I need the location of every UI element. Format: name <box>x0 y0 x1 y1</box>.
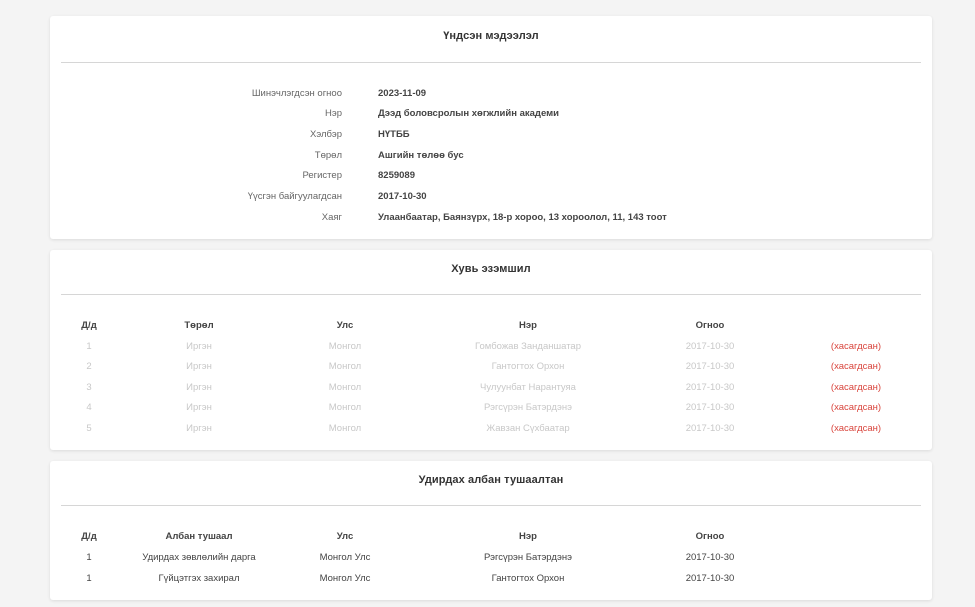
column-header-no: Д/д <box>81 531 97 542</box>
table-row: 5 Иргэн Монгол Жавзан Сүхбаатар 2017-10-… <box>50 422 932 436</box>
info-row-register: Регистер 8259089 <box>50 169 932 183</box>
officials-card: Удирдах албан тушаалтан Д/д Албан тушаал… <box>50 461 932 600</box>
general-info-title: Үндсэн мэдээлэл <box>443 30 539 42</box>
info-value: Дээд боловсролын хөгжлийн академи <box>378 108 559 119</box>
ownership-title: Хувь эзэмшил <box>451 263 531 275</box>
owner-type: Иргэн <box>186 423 212 434</box>
owner-date: 2017-10-30 <box>685 423 735 434</box>
owner-date: 2017-10-30 <box>685 341 735 352</box>
officials-divider <box>61 505 921 506</box>
info-value: 8259089 <box>378 170 415 181</box>
official-date: 2017-10-30 <box>685 552 735 563</box>
ownership-divider <box>61 294 921 295</box>
owner-status-removed: (хасагдсан) <box>830 361 882 372</box>
info-row-address: Хаяг Улаанбаатар, Баянзүрх, 18-р хороо, … <box>50 211 932 225</box>
general-info-card: Үндсэн мэдээлэл Шинэчлэгдсэн огноо 2023-… <box>50 16 932 239</box>
info-row-founded-date: Үүсгэн байгуулагдсан 2017-10-30 <box>50 190 932 204</box>
info-label: Хэлбэр <box>310 129 342 140</box>
table-row: 2 Иргэн Монгол Гантогтох Орхон 2017-10-3… <box>50 360 932 374</box>
info-row-updated-date: Шинэчлэгдсэн огноо 2023-11-09 <box>50 87 932 101</box>
owner-country: Монгол <box>328 341 362 352</box>
column-header-no: Д/д <box>81 320 97 331</box>
table-header-row: Д/д Албан тушаал Улс Нэр Огноо <box>50 530 932 544</box>
owner-country: Монгол <box>328 402 362 413</box>
officials-title: Удирдах албан тушаалтан <box>418 474 564 486</box>
table-row: 1 Удирдах зөвлөлийн дарга Монгол Улс Рэг… <box>50 551 932 565</box>
info-value: 2017-10-30 <box>378 191 427 202</box>
info-label: Нэр <box>325 108 342 119</box>
table-row: 4 Иргэн Монгол Рэгсүрэн Батэрдэнэ 2017-1… <box>50 401 932 415</box>
official-name: Рэгсүрэн Батэрдэнэ <box>484 552 572 563</box>
owner-status-removed: (хасагдсан) <box>830 423 882 434</box>
official-country: Монгол Улс <box>319 552 371 563</box>
owner-no: 4 <box>86 402 92 413</box>
column-header-position: Албан тушаал <box>165 531 233 542</box>
column-header-country: Улс <box>336 320 354 331</box>
official-name: Гантогтох Орхон <box>491 573 565 584</box>
owner-type: Иргэн <box>186 402 212 413</box>
official-date: 2017-10-30 <box>685 573 735 584</box>
column-header-date: Огноо <box>695 320 725 331</box>
owner-no: 3 <box>86 382 92 393</box>
column-header-name: Нэр <box>519 320 537 331</box>
owner-status-removed: (хасагдсан) <box>830 341 882 352</box>
info-label: Хаяг <box>321 212 342 223</box>
column-header-type: Төрөл <box>184 320 214 331</box>
info-row-form: Хэлбэр НҮТББ <box>50 128 932 142</box>
official-country: Монгол Улс <box>319 573 371 584</box>
owner-date: 2017-10-30 <box>685 382 735 393</box>
ownership-card: Хувь эзэмшил Д/д Төрөл Улс Нэр Огноо 1 И… <box>50 250 932 450</box>
info-row-name: Нэр Дээд боловсролын хөгжлийн академи <box>50 107 932 121</box>
info-value: НҮТББ <box>378 129 410 140</box>
owner-country: Монгол <box>328 423 362 434</box>
owner-name: Жавзан Сүхбаатар <box>486 423 570 434</box>
table-row: 3 Иргэн Монгол Чулуунбат Нарантуяа 2017-… <box>50 381 932 395</box>
info-value: Ашгийн төлөө бус <box>378 150 464 161</box>
general-info-divider <box>61 62 921 63</box>
table-row: 1 Иргэн Монгол Гомбожав Занданшатар 2017… <box>50 340 932 354</box>
owner-name: Рэгсүрэн Батэрдэнэ <box>484 402 572 413</box>
owner-status-removed: (хасагдсан) <box>830 402 882 413</box>
column-header-country: Улс <box>336 531 354 542</box>
official-no: 1 <box>86 552 92 563</box>
owner-name: Гантогтох Орхон <box>491 361 565 372</box>
table-row: 1 Гүйцэтгэх захирал Монгол Улс Гантогтох… <box>50 572 932 586</box>
owner-no: 2 <box>86 361 92 372</box>
owner-type: Иргэн <box>186 382 212 393</box>
owner-date: 2017-10-30 <box>685 402 735 413</box>
column-header-date: Огноо <box>695 531 725 542</box>
table-header-row: Д/д Төрөл Улс Нэр Огноо <box>50 319 932 333</box>
owner-no: 1 <box>86 341 92 352</box>
owner-type: Иргэн <box>186 341 212 352</box>
owner-date: 2017-10-30 <box>685 361 735 372</box>
info-label: Төрөл <box>314 150 342 161</box>
owner-status-removed: (хасагдсан) <box>830 382 882 393</box>
info-value: Улаанбаатар, Баянзүрх, 18-р хороо, 13 хо… <box>378 212 667 223</box>
column-header-name: Нэр <box>519 531 537 542</box>
official-position: Гүйцэтгэх захирал <box>158 573 240 584</box>
info-label: Шинэчлэгдсэн огноо <box>251 88 342 99</box>
info-row-type: Төрөл Ашгийн төлөө бус <box>50 149 932 163</box>
official-position: Удирдах зөвлөлийн дарга <box>142 552 256 563</box>
owner-name: Чулуунбат Нарантуяа <box>480 382 576 393</box>
owner-type: Иргэн <box>186 361 212 372</box>
official-no: 1 <box>86 573 92 584</box>
info-label: Үүсгэн байгуулагдсан <box>247 191 342 202</box>
owner-country: Монгол <box>328 361 362 372</box>
owner-country: Монгол <box>328 382 362 393</box>
info-label: Регистер <box>302 170 342 181</box>
info-value: 2023-11-09 <box>378 88 427 99</box>
owner-name: Гомбожав Занданшатар <box>474 341 582 352</box>
owner-no: 5 <box>86 423 92 434</box>
